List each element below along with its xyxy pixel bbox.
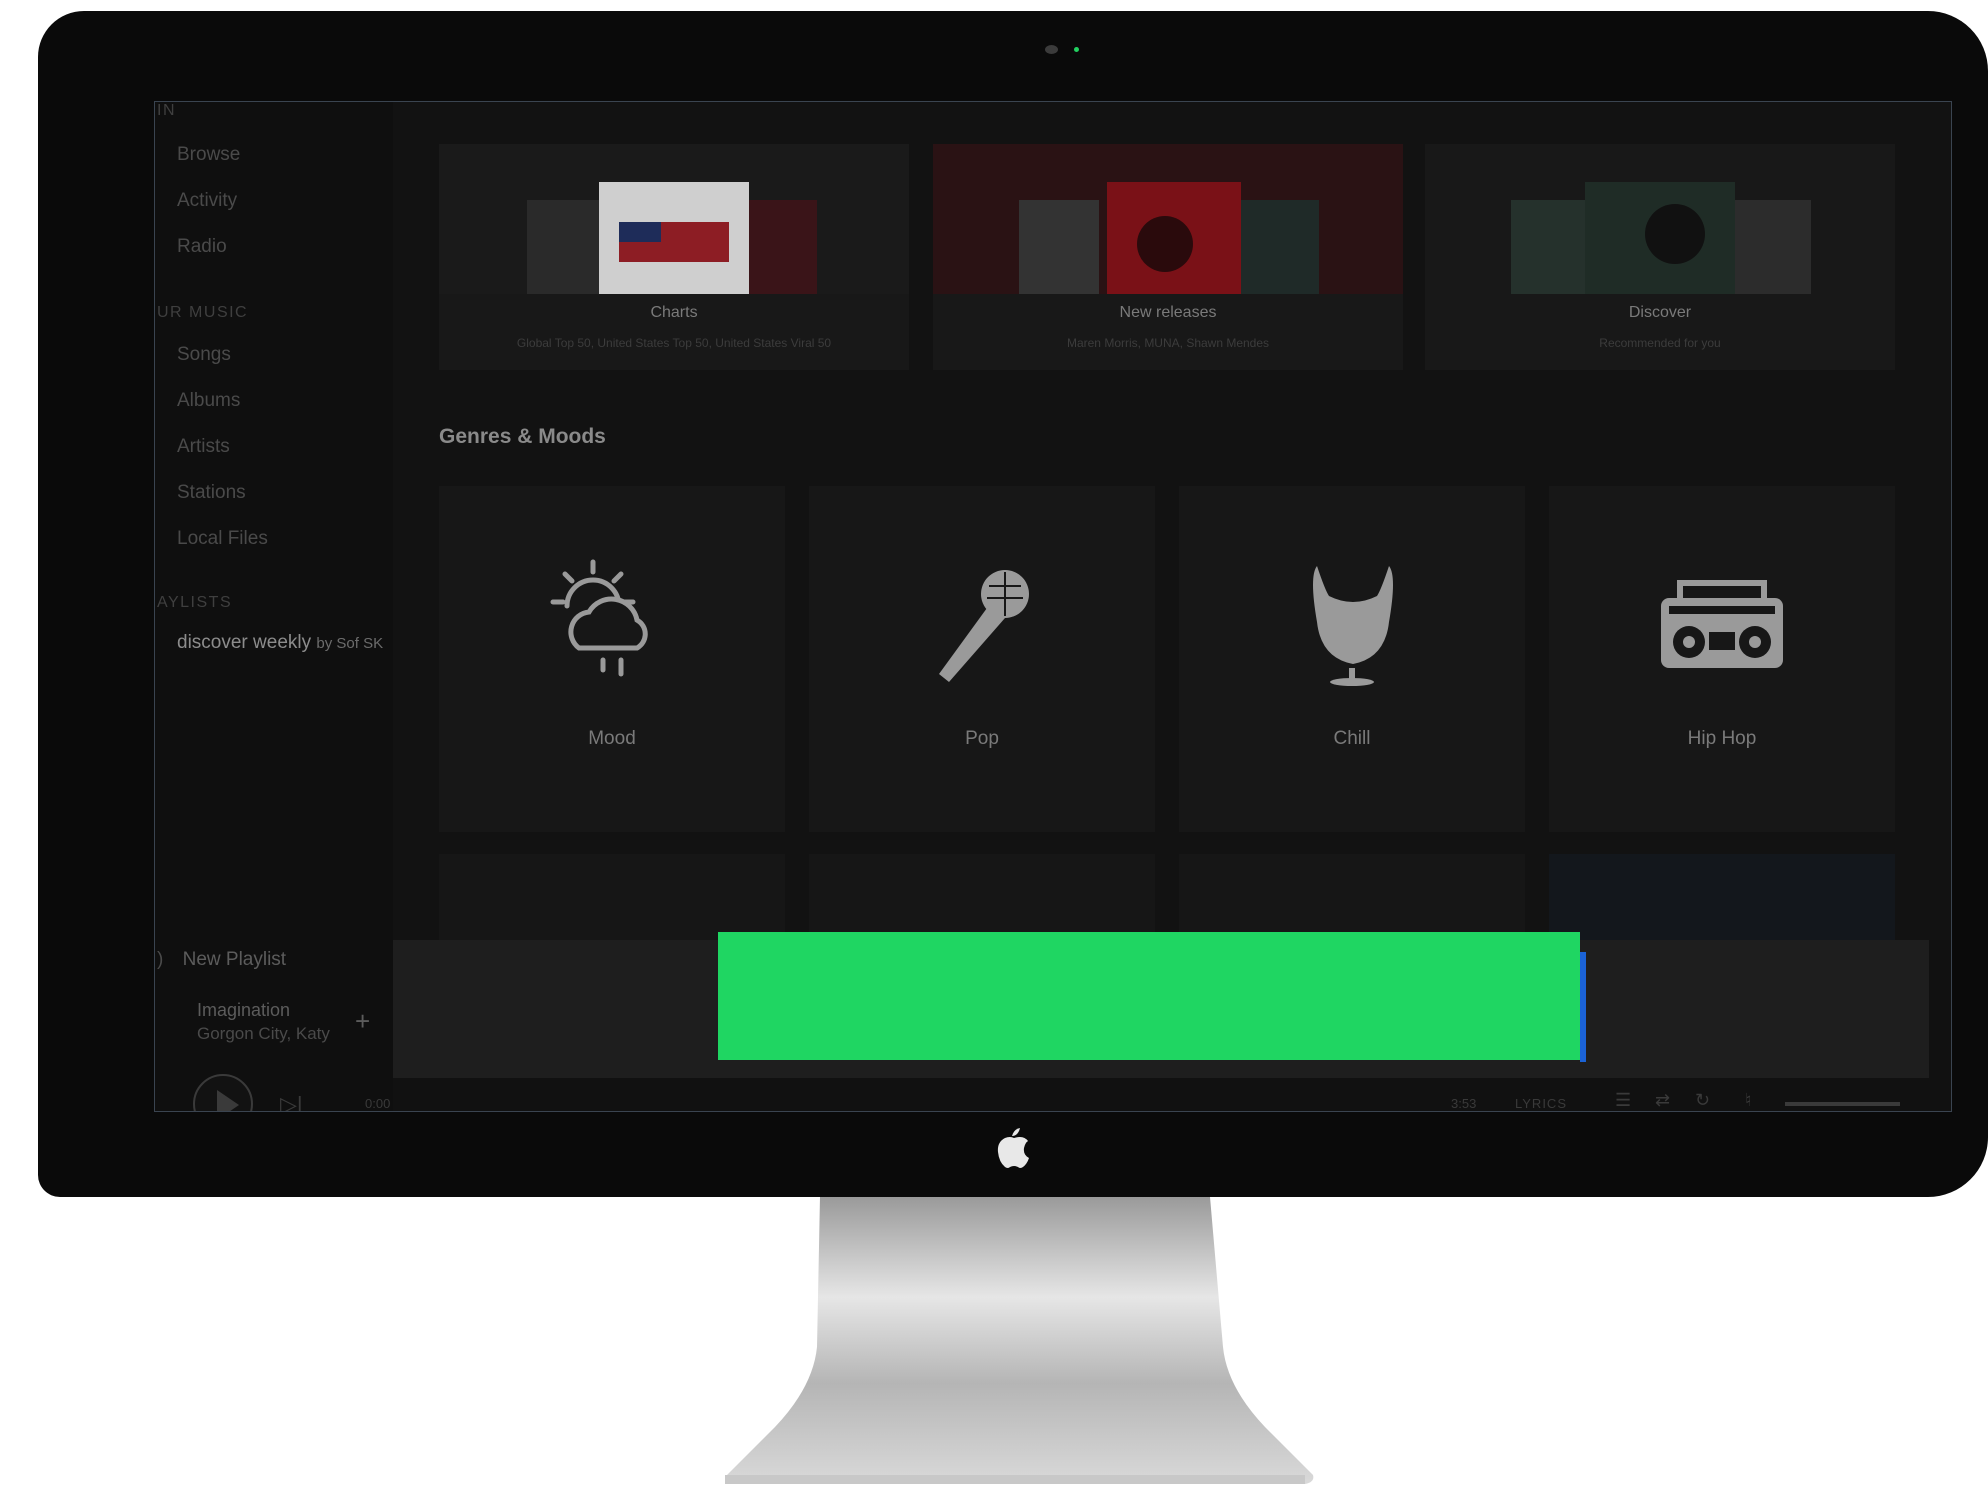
now-playing: Imagination Gorgon City, Katy + xyxy=(155,1000,393,1060)
genre-label: Chill xyxy=(1333,728,1371,749)
egg-chair-icon xyxy=(1313,566,1393,686)
card-title: New releases xyxy=(1119,304,1217,321)
genre-tile-hip-hop[interactable]: Hip Hop xyxy=(1549,486,1895,832)
genre-label: Mood xyxy=(588,728,636,749)
genre-label: Hip Hop xyxy=(1687,728,1757,749)
sidebar: IN Browse Activity Radio UR MUSIC Songs … xyxy=(155,102,393,1111)
boombox-icon xyxy=(1661,580,1783,668)
camera-led xyxy=(1074,47,1079,52)
time-total: 3:53 xyxy=(1451,1096,1477,1111)
now-playing-title[interactable]: Imagination xyxy=(197,1000,290,1021)
new-playlist-button[interactable]: ) New Playlist xyxy=(157,949,286,971)
genre-tile-chill[interactable]: Chill xyxy=(1179,486,1525,832)
discover-artwork xyxy=(1425,144,1895,294)
sidebar-item-albums[interactable]: Albums xyxy=(177,390,240,412)
card-charts[interactable]: Charts Global Top 50, United States Top … xyxy=(439,144,909,370)
shuffle-icon[interactable]: ⇄ xyxy=(1655,1090,1670,1111)
apple-logo-icon xyxy=(997,1128,1029,1168)
volume-icon[interactable]: ♮ xyxy=(1745,1090,1751,1111)
add-song-button[interactable]: + xyxy=(355,1006,370,1037)
card-subtitle: Global Top 50, United States Top 50, Uni… xyxy=(516,336,832,350)
sidebar-item-artists[interactable]: Artists xyxy=(177,436,230,458)
genre-tile[interactable] xyxy=(1179,854,1525,944)
sidebar-item-radio[interactable]: Radio xyxy=(177,236,227,258)
sidebar-item-stations[interactable]: Stations xyxy=(177,482,246,504)
player-controls: ▷| 0:00 3:53 LYRICS ☰ ⇄ ↻ ♮ xyxy=(155,1074,1951,1111)
card-title: Charts xyxy=(650,304,698,321)
next-icon[interactable]: ▷| xyxy=(280,1092,303,1111)
blue-edge xyxy=(1580,952,1586,1062)
sidebar-item-songs[interactable]: Songs xyxy=(177,344,231,366)
new-playlist-label: New Playlist xyxy=(182,949,287,970)
monitor-bezel: IN Browse Activity Radio UR MUSIC Songs … xyxy=(38,11,1988,1197)
sidebar-item-browse[interactable]: Browse xyxy=(177,144,240,166)
new-releases-artwork xyxy=(933,144,1403,294)
camera-icon xyxy=(1045,45,1058,54)
card-discover[interactable]: Discover Recommended for you xyxy=(1425,144,1895,370)
play-button[interactable] xyxy=(193,1074,253,1111)
overlay-bar xyxy=(393,932,1929,1078)
playlist-owner: by Sof SK xyxy=(316,635,384,652)
section-main-heading: IN xyxy=(157,102,176,119)
weather-icon xyxy=(550,559,648,677)
genre-label: Pop xyxy=(965,728,999,749)
playlist-name: discover weekly xyxy=(177,632,312,653)
genre-tile[interactable] xyxy=(1549,854,1895,944)
genre-tile-mood[interactable]: Mood xyxy=(439,486,785,832)
queue-icon[interactable]: ☰ xyxy=(1615,1090,1631,1111)
genre-tile[interactable] xyxy=(809,854,1155,944)
app-screen: IN Browse Activity Radio UR MUSIC Songs … xyxy=(154,101,1952,1112)
repeat-icon[interactable]: ↻ xyxy=(1695,1090,1710,1111)
section-playlists-heading: AYLISTS xyxy=(157,594,233,611)
now-playing-artist[interactable]: Gorgon City, Katy xyxy=(197,1024,330,1044)
card-new-releases[interactable]: New releases Maren Morris, MUNA, Shawn M… xyxy=(933,144,1403,370)
microphone-icon xyxy=(939,570,1029,682)
plus-circle-icon: ) xyxy=(157,949,164,970)
charts-artwork xyxy=(439,144,909,294)
card-title: Discover xyxy=(1628,304,1692,321)
green-banner[interactable] xyxy=(718,932,1580,1060)
sidebar-item-local-files[interactable]: Local Files xyxy=(177,528,268,550)
genre-tile-pop[interactable]: Pop xyxy=(809,486,1155,832)
time-elapsed: 0:00 xyxy=(365,1096,391,1111)
sidebar-item-activity[interactable]: Activity xyxy=(177,190,237,212)
genre-tile[interactable] xyxy=(439,854,785,944)
lyrics-button[interactable]: LYRICS xyxy=(1515,1096,1567,1111)
card-subtitle: Recommended for you xyxy=(1599,336,1721,350)
genres-heading: Genres & Moods xyxy=(439,425,606,448)
monitor-stand xyxy=(725,1197,1314,1484)
main-content: Charts Global Top 50, United States Top … xyxy=(393,102,1951,944)
sidebar-item-playlist[interactable]: discover weekly by Sof SK xyxy=(177,632,383,654)
section-music-heading: UR MUSIC xyxy=(157,304,249,321)
card-subtitle: Maren Morris, MUNA, Shawn Mendes xyxy=(1066,336,1270,350)
volume-slider[interactable] xyxy=(1785,1102,1900,1106)
